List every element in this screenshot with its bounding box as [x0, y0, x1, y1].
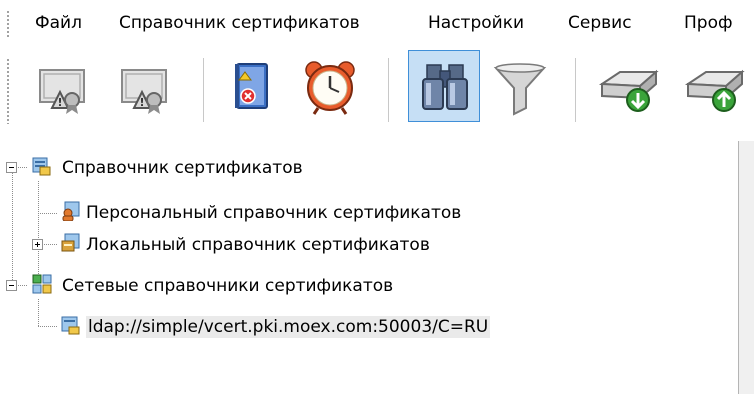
binoculars-icon — [422, 64, 468, 110]
disk-import-icon — [598, 69, 659, 112]
toolbar-button-search[interactable] — [408, 50, 480, 122]
local-certificates-icon — [61, 233, 80, 252]
tree-node-label: Персональный справочник сертификатов — [86, 203, 462, 223]
tree-connector — [38, 181, 39, 283]
alarm-clock-icon — [305, 61, 355, 115]
svg-text:!: ! — [58, 96, 63, 109]
tree-connector — [38, 326, 58, 327]
toolbar-button-filter[interactable] — [484, 50, 556, 122]
menu-settings[interactable]: Настройки — [428, 12, 524, 34]
tree-expand-toggle[interactable] — [32, 239, 43, 250]
crl-book-icon — [235, 63, 268, 109]
tree-node-label: Справочник сертификатов — [62, 158, 303, 178]
menu-certificate-directory[interactable]: Справочник сертификатов — [119, 12, 360, 34]
menu-service[interactable]: Сервис — [568, 12, 632, 34]
filter-funnel-icon — [493, 63, 547, 116]
tree-connector — [18, 167, 28, 168]
menu-file[interactable]: Файл — [35, 12, 82, 34]
certificate-warning-icon: ! — [39, 69, 85, 114]
toolbar-button-alarm[interactable] — [294, 50, 366, 122]
toolbar-button-export[interactable] — [678, 50, 750, 122]
right-pane-edge — [739, 141, 754, 394]
ldap-directory-icon — [61, 316, 80, 335]
personal-certificates-icon — [62, 201, 80, 221]
menu-bar: Файл Справочник сертификатов Настройки С… — [0, 0, 754, 44]
tree-connector — [12, 171, 13, 280]
tree-collapse-toggle[interactable] — [6, 162, 17, 173]
tree-connector — [18, 285, 28, 286]
svg-text:!: ! — [140, 96, 145, 109]
toolbar-separator — [388, 58, 389, 122]
tree-connector — [38, 299, 39, 326]
toolbar-button-certificate-1[interactable]: ! — [26, 50, 98, 122]
toolbar-separator — [203, 58, 204, 122]
tree-node-label-selected: ldap://simple/vcert.pki.moex.com:50003/C… — [86, 316, 491, 338]
certificate-tree[interactable]: Справочник сертификатов Персональный спр… — [0, 141, 738, 394]
menu-grip[interactable] — [6, 10, 10, 38]
certificate-store-icon — [32, 157, 51, 176]
toolbar-button-import[interactable] — [592, 50, 664, 122]
disk-export-icon — [684, 69, 745, 112]
toolbar-button-crl[interactable] — [215, 50, 287, 122]
tree-connector — [38, 213, 58, 214]
toolbar-grip[interactable] — [6, 58, 10, 124]
tree-node-label: Сетевые справочники сертификатов — [62, 276, 394, 296]
tree-connector — [44, 244, 58, 245]
toolbar-button-certificate-2[interactable]: ! — [108, 50, 180, 122]
menu-profile[interactable]: Проф — [684, 12, 733, 34]
toolbar-separator — [575, 58, 576, 122]
toolbar: ! ! — [0, 44, 754, 141]
tree-node-label: Локальный справочник сертификатов — [86, 235, 430, 255]
network-directories-icon — [32, 274, 52, 294]
certificate-warning-icon: ! — [121, 69, 167, 114]
tree-collapse-toggle[interactable] — [6, 280, 17, 291]
